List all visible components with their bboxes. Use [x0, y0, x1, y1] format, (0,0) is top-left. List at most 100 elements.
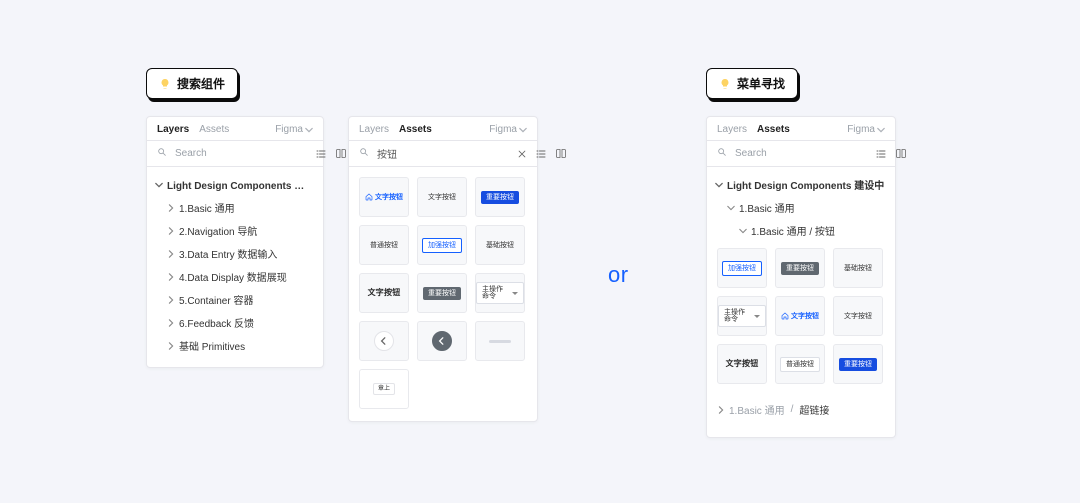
- circle-button-prev-dark: [432, 331, 452, 351]
- file-selector[interactable]: Figma: [489, 124, 527, 135]
- asset-tile[interactable]: [359, 321, 409, 361]
- chevron-right-icon: [739, 227, 747, 235]
- file-name: Figma: [489, 124, 517, 135]
- tree-root-label: Light Design Components 建设中: [167, 177, 313, 192]
- tree-item[interactable]: 基础 Primitives: [147, 334, 323, 357]
- chevron-down-icon: [305, 126, 313, 134]
- file-selector[interactable]: Figma: [275, 124, 313, 135]
- search-icon: [717, 147, 727, 160]
- tree-crumb[interactable]: 1.Basic 通用 / 超链接: [707, 396, 895, 427]
- or-divider: or: [608, 262, 629, 288]
- asset-tile[interactable]: 重要按钮: [475, 177, 525, 217]
- list-view-icon[interactable]: [875, 148, 887, 160]
- crumb-leaf: 超链接: [799, 402, 829, 417]
- asset-tile[interactable]: 文字按钮: [417, 177, 467, 217]
- tree-item[interactable]: 3.Data Entry 数据输入: [147, 242, 323, 265]
- main-action-chip: 主操作命令: [718, 305, 766, 327]
- home-text-button-chip: 文字按钮: [360, 190, 408, 204]
- crumb-parent: 1.Basic 通用: [729, 402, 785, 417]
- chevron-right-icon: [167, 227, 175, 235]
- asset-tile[interactable]: 主操作命令: [717, 296, 767, 336]
- tab-layers[interactable]: Layers: [157, 124, 189, 135]
- tree-leaf[interactable]: 1.Basic 通用 / 按钮: [707, 219, 895, 242]
- tree-item[interactable]: 1.Basic 通用: [147, 196, 323, 219]
- tree-item[interactable]: 4.Data Display 数据展现: [147, 265, 323, 288]
- bar-button-chip: [489, 340, 511, 343]
- asset-tile[interactable]: [417, 321, 467, 361]
- search-icon: [157, 147, 167, 160]
- asset-tile[interactable]: 重要按钮: [775, 248, 825, 288]
- asset-tile[interactable]: 文字按钮: [833, 296, 883, 336]
- asset-tile[interactable]: 重要按钮: [833, 344, 883, 384]
- tab-assets[interactable]: Assets: [399, 124, 432, 135]
- circle-button-prev: [374, 331, 394, 351]
- bulb-icon: [719, 78, 731, 90]
- panel-assets-search: Layers Assets Figma: [348, 116, 538, 422]
- tab-assets[interactable]: Assets: [199, 124, 229, 135]
- primary-grey-button-chip: 重要按钮: [423, 287, 461, 300]
- clear-search-icon[interactable]: [517, 149, 527, 159]
- search-icon: [359, 147, 369, 160]
- main-action-chip: 主操作命令: [476, 282, 524, 304]
- panel-assets-browse: Layers Assets Figma: [706, 116, 896, 438]
- asset-tile[interactable]: 文字按钮: [359, 177, 409, 217]
- enhanced-button-chip: 加强按钮: [422, 238, 462, 253]
- chevron-right-icon: [167, 250, 175, 258]
- tab-layers[interactable]: Layers: [717, 124, 747, 135]
- asset-tile[interactable]: 加强按钮: [717, 248, 767, 288]
- book-icon[interactable]: [555, 148, 567, 160]
- bulb-icon: [159, 78, 171, 90]
- tree-branch[interactable]: 1.Basic 通用: [707, 196, 895, 219]
- chevron-right-icon: [167, 296, 175, 304]
- tab-assets[interactable]: Assets: [757, 124, 790, 135]
- tree-item[interactable]: 6.Feedback 反馈: [147, 311, 323, 334]
- asset-tile[interactable]: [475, 321, 525, 361]
- asset-tile[interactable]: 基础按钮: [475, 225, 525, 265]
- chevron-right-icon: [727, 204, 735, 212]
- primary-button-chip: 重要按钮: [839, 358, 877, 371]
- file-selector[interactable]: Figma: [847, 124, 885, 135]
- asset-tile[interactable]: 主操作命令: [475, 273, 525, 313]
- primary-grey-button-chip: 重要按钮: [781, 262, 819, 275]
- tree-item[interactable]: 2.Navigation 导航: [147, 219, 323, 242]
- asset-tile[interactable]: 基础按钮: [833, 248, 883, 288]
- search-input[interactable]: [733, 147, 869, 160]
- chevron-right-icon: [155, 181, 163, 189]
- file-name: Figma: [275, 124, 303, 135]
- tab-layers[interactable]: Layers: [359, 124, 389, 135]
- basic-button-chip: 基础按钮: [839, 262, 877, 275]
- text-button-bold-chip: 文字按钮: [721, 357, 764, 371]
- stage: 搜索组件 菜单寻找 Layers Assets Figma: [0, 0, 1080, 503]
- search-input[interactable]: [173, 147, 309, 160]
- asset-tile[interactable]: 文字按钮: [359, 273, 409, 313]
- asset-tile[interactable]: 重要按钮: [417, 273, 467, 313]
- chevron-right-icon: [167, 273, 175, 281]
- badge-menu-browse: 菜单寻找: [706, 68, 798, 99]
- tree-item[interactable]: 5.Container 容器: [147, 288, 323, 311]
- badge-search-components: 搜索组件: [146, 68, 238, 99]
- tree-root[interactable]: Light Design Components 建设中: [707, 173, 895, 196]
- asset-tile[interactable]: 普通按钮: [359, 225, 409, 265]
- top-chip: 章上: [373, 383, 395, 395]
- asset-tile[interactable]: 普通按钮: [775, 344, 825, 384]
- asset-tile[interactable]: 加强按钮: [417, 225, 467, 265]
- normal-button-outline-chip: 普通按钮: [780, 357, 820, 372]
- badge-menu-label: 菜单寻找: [737, 75, 785, 92]
- crumb-sep: /: [789, 404, 796, 415]
- home-icon: [781, 312, 789, 320]
- home-icon: [365, 193, 373, 201]
- search-input[interactable]: [375, 147, 511, 160]
- book-icon[interactable]: [335, 148, 347, 160]
- list-view-icon[interactable]: [315, 148, 327, 160]
- chevron-down-icon: [519, 126, 527, 134]
- list-view-icon[interactable]: [535, 148, 547, 160]
- chevron-right-icon: [167, 319, 175, 327]
- home-text-button-chip: 文字按钮: [776, 309, 824, 323]
- asset-tile[interactable]: 文字按钮: [775, 296, 825, 336]
- tree-root[interactable]: Light Design Components 建设中: [147, 173, 323, 196]
- asset-tile[interactable]: 章上: [359, 369, 409, 409]
- book-icon[interactable]: [895, 148, 907, 160]
- text-button-bold-chip: 文字按钮: [363, 286, 406, 300]
- primary-button-chip: 重要按钮: [481, 191, 519, 204]
- asset-tile[interactable]: 文字按钮: [717, 344, 767, 384]
